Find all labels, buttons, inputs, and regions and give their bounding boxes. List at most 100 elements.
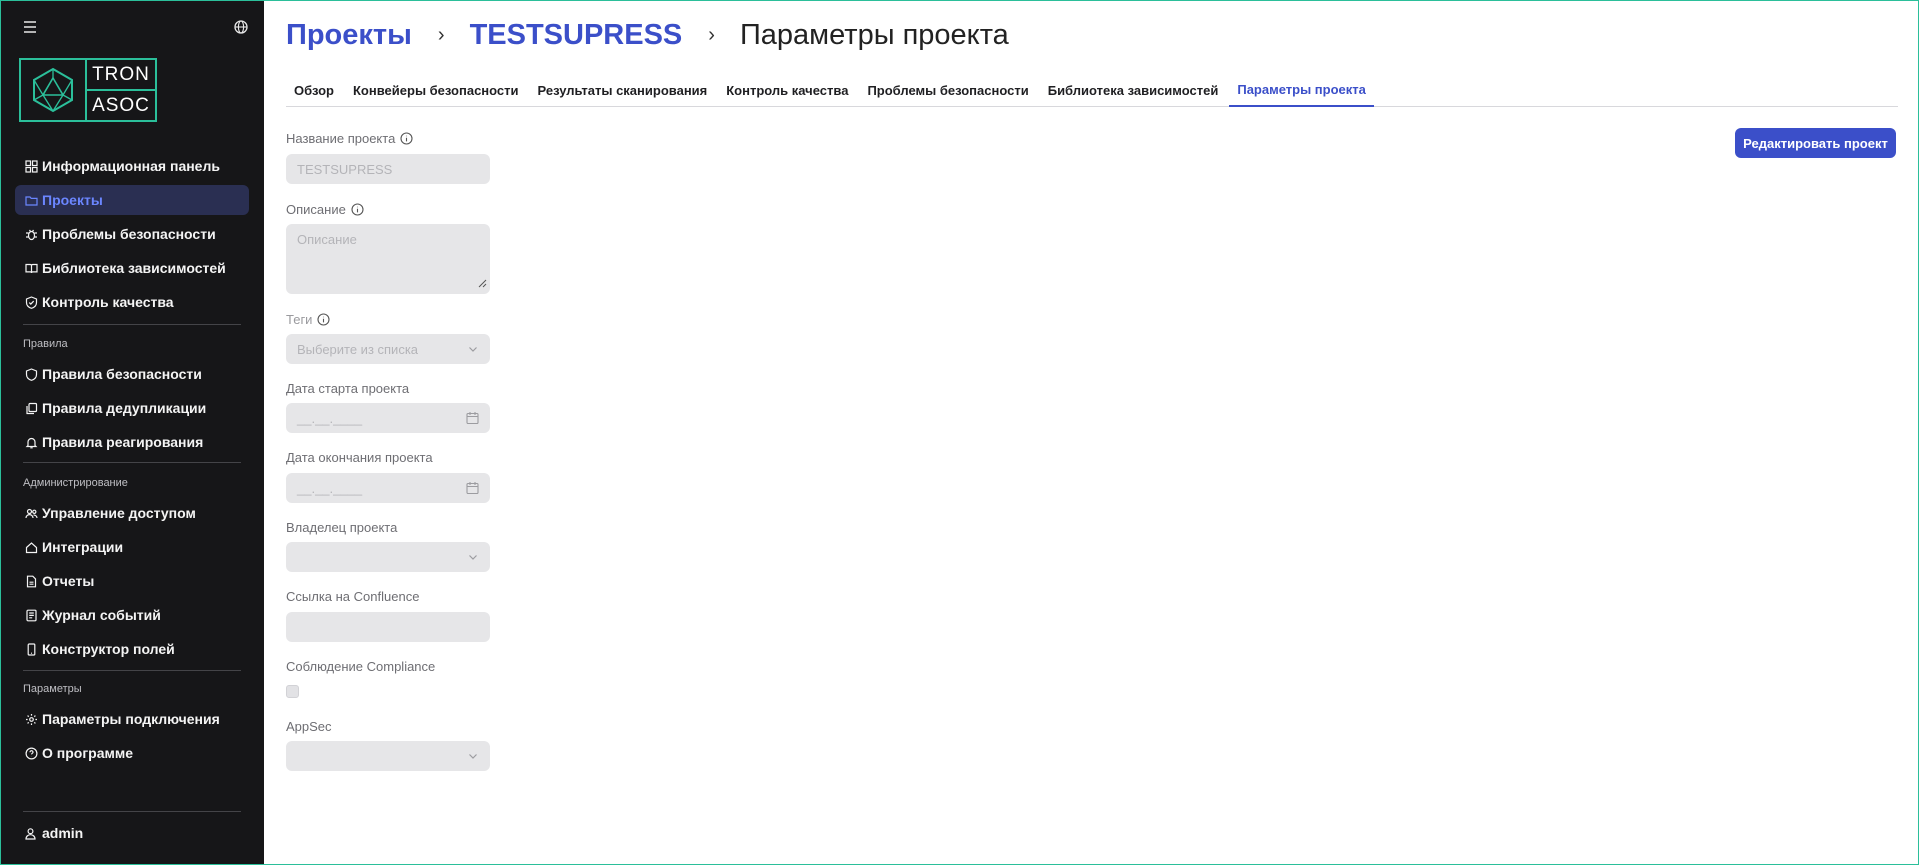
sidebar-item-security-issues[interactable]: Проблемы безопасности xyxy=(15,219,249,249)
project-name-value: TESTSUPRESS xyxy=(297,161,393,177)
sidebar-item-dashboard[interactable]: Информационная панель xyxy=(15,151,249,181)
sidebar-item-field-constructor[interactable]: Конструктор полей xyxy=(15,634,249,664)
calendar-icon[interactable] xyxy=(466,481,479,495)
tab-scan-results[interactable]: Результаты сканирования xyxy=(530,73,716,107)
sidebar-item-label: Отчеты xyxy=(42,573,95,589)
logo-line-2: ASOC xyxy=(92,94,150,116)
sidebar-item-event-log[interactable]: Журнал событий xyxy=(15,600,249,630)
sidebar-item-label: Интеграции xyxy=(42,539,124,555)
tags-select[interactable]: Выберите из списка xyxy=(286,334,490,364)
sidebar-item-security-rules[interactable]: Правила безопасности xyxy=(15,359,249,389)
logo-line-1: TRON xyxy=(87,60,155,91)
info-icon[interactable] xyxy=(351,203,364,216)
sidebar-item-label: Контроль качества xyxy=(42,294,174,310)
phone-icon xyxy=(24,642,38,656)
bell-icon xyxy=(24,435,38,449)
breadcrumb-project-link[interactable]: TESTSUPRESS xyxy=(470,19,683,52)
sidebar-section-rules: Правила xyxy=(23,338,68,350)
breadcrumb-projects-link[interactable]: Проекты xyxy=(286,19,412,52)
help-icon xyxy=(24,746,38,760)
project-name-input[interactable]: TESTSUPRESS xyxy=(286,154,490,184)
sidebar-item-label: Управление доступом xyxy=(42,505,196,521)
start-date-input[interactable]: __.__.____ xyxy=(286,403,490,433)
end-date-label: Дата окончания проекта xyxy=(286,450,433,465)
sidebar-divider xyxy=(23,811,241,812)
edit-project-button[interactable]: Редактировать проект xyxy=(1735,128,1896,158)
chevron-down-icon xyxy=(467,749,479,763)
resize-handle-icon[interactable] xyxy=(478,276,487,291)
appsec-label: AppSec xyxy=(286,719,332,734)
label-text: Название проекта xyxy=(286,131,396,146)
info-icon[interactable] xyxy=(400,132,413,145)
sidebar-item-access-management[interactable]: Управление доступом xyxy=(15,498,249,528)
project-name-label: Название проекта xyxy=(286,131,413,146)
copy-icon xyxy=(24,401,38,415)
params-nav: Параметры Параметры подключения О програ… xyxy=(15,680,249,772)
confluence-input[interactable] xyxy=(286,612,490,642)
sidebar-item-connection-params[interactable]: Параметры подключения xyxy=(15,704,249,734)
sidebar-item-dependency-library[interactable]: Библиотека зависимостей xyxy=(15,253,249,283)
description-textarea[interactable]: Описание xyxy=(286,224,490,294)
sidebar-item-label: Параметры подключения xyxy=(42,711,220,727)
owner-label: Владелец проекта xyxy=(286,520,397,535)
end-date-placeholder: __.__.____ xyxy=(297,480,363,496)
description-label: Описание xyxy=(286,202,364,217)
dashboard-icon xyxy=(24,159,38,173)
logo-text: TRON ASOC xyxy=(87,60,155,120)
gear-icon xyxy=(24,712,38,726)
journal-icon xyxy=(24,608,38,622)
tab-overview[interactable]: Обзор xyxy=(286,73,342,107)
tags-placeholder: Выберите из списка xyxy=(297,341,419,357)
sidebar-divider xyxy=(23,670,241,671)
sidebar-section-admin: Администрирование xyxy=(23,477,128,489)
compliance-label: Соблюдение Compliance xyxy=(286,659,435,674)
appsec-select[interactable] xyxy=(286,741,490,771)
user-profile[interactable]: admin xyxy=(24,825,83,841)
shield-check-icon xyxy=(24,295,38,309)
info-icon[interactable] xyxy=(317,313,331,326)
tags-label: Теги xyxy=(286,312,331,327)
file-icon xyxy=(24,574,38,588)
label-text: AppSec xyxy=(286,719,332,734)
sidebar-item-about[interactable]: О программе xyxy=(15,738,249,768)
sidebar-top-bar xyxy=(0,16,264,38)
label-text: Теги xyxy=(286,312,313,327)
label-text: Описание xyxy=(286,202,346,217)
description-placeholder: Описание xyxy=(297,232,357,247)
end-date-input[interactable]: __.__.____ xyxy=(286,473,490,503)
tab-quality-control[interactable]: Контроль качества xyxy=(718,73,856,107)
hamburger-menu-icon[interactable] xyxy=(22,16,40,38)
globe-icon[interactable] xyxy=(233,16,251,38)
home-icon xyxy=(24,540,38,554)
sidebar-divider xyxy=(23,324,241,325)
sidebar-item-label: Проекты xyxy=(42,192,103,208)
tab-security-issues[interactable]: Проблемы безопасности xyxy=(859,73,1036,107)
label-text: Ссылка на Confluence xyxy=(286,589,420,604)
breadcrumb-separator: › xyxy=(437,23,445,46)
sidebar-item-label: Конструктор полей xyxy=(42,641,175,657)
sidebar-item-reports[interactable]: Отчеты xyxy=(15,566,249,596)
tab-project-settings[interactable]: Параметры проекта xyxy=(1229,73,1374,107)
book-icon xyxy=(24,261,38,275)
start-date-placeholder: __.__.____ xyxy=(297,410,363,426)
calendar-icon[interactable] xyxy=(466,411,479,425)
owner-select[interactable] xyxy=(286,542,490,572)
chevron-down-icon xyxy=(467,342,479,356)
page-title: Параметры проекта xyxy=(739,18,1009,51)
sidebar-item-dedup-rules[interactable]: Правила дедупликации xyxy=(15,393,249,423)
sidebar-item-label: Правила дедупликации xyxy=(42,400,207,416)
tab-security-pipelines[interactable]: Конвейеры безопасности xyxy=(345,73,527,107)
user-icon xyxy=(24,827,37,840)
tab-dependency-library[interactable]: Библиотека зависимостей xyxy=(1040,73,1227,107)
sidebar-item-integrations[interactable]: Интеграции xyxy=(15,532,249,562)
sidebar-item-response-rules[interactable]: Правила реагирования xyxy=(15,427,249,457)
sidebar-item-quality-control[interactable]: Контроль качества xyxy=(15,287,249,317)
admin-nav: Администрирование Управление доступом Ин… xyxy=(15,474,249,668)
sidebar-item-label: Правила реагирования xyxy=(42,434,204,450)
tron-asoc-logo[interactable]: TRON ASOC xyxy=(19,58,157,122)
chevron-down-icon xyxy=(467,550,479,564)
sidebar-section-params: Параметры xyxy=(23,683,82,695)
compliance-checkbox[interactable] xyxy=(286,685,299,698)
sidebar-item-label: Журнал событий xyxy=(42,607,161,623)
sidebar-item-projects[interactable]: Проекты xyxy=(15,185,249,215)
